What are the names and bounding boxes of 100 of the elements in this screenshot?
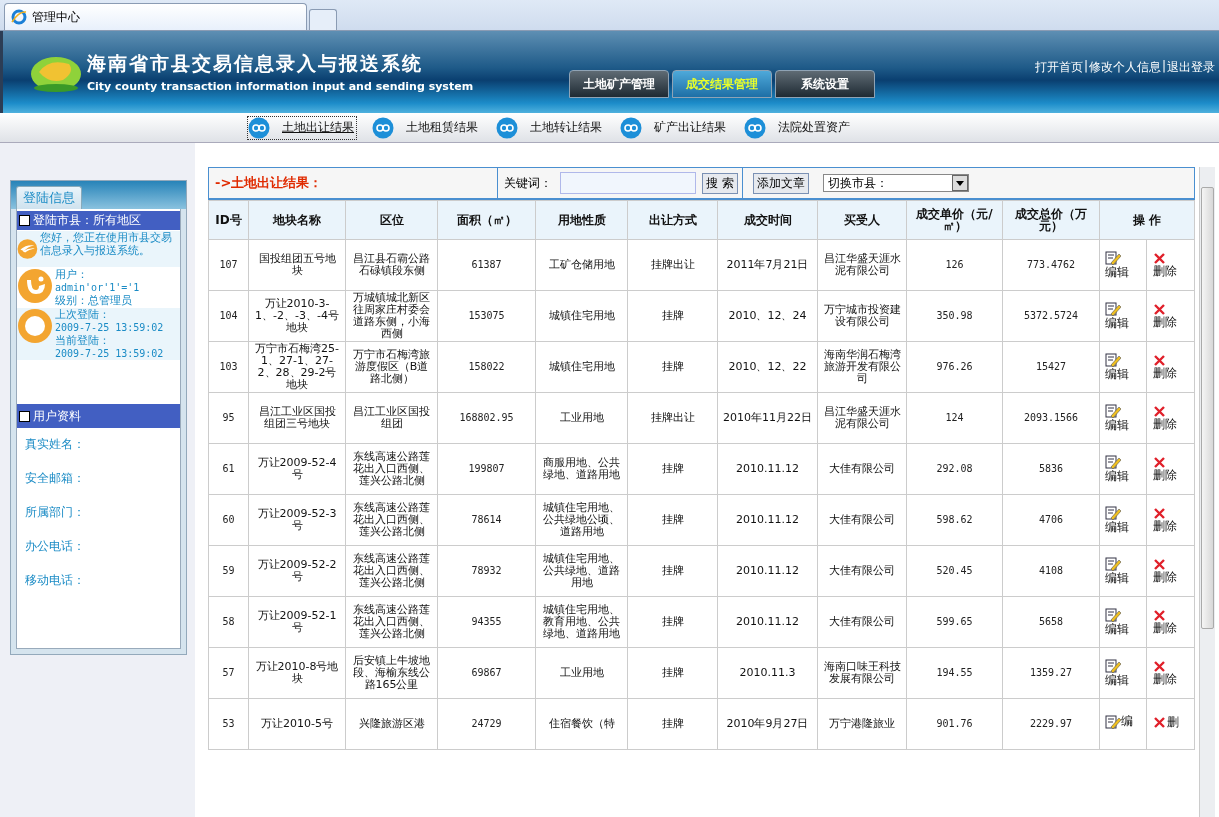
profile-field-label: 所属部门：: [25, 505, 85, 519]
column-header: 出让方式: [627, 200, 718, 240]
edit-icon: [1105, 302, 1121, 317]
table-cell: 挂牌: [627, 494, 718, 546]
system-title: 海南省市县交易信息录入与报送系统: [87, 51, 424, 76]
search-field[interactable]: [560, 172, 696, 194]
table-cell: 城镇住宅用地: [535, 341, 628, 393]
column-header: 地块名称: [248, 200, 346, 240]
table-cell: 520.45: [906, 545, 1003, 597]
table-cell: 挂牌: [627, 647, 718, 699]
table-cell: 挂牌: [627, 290, 718, 342]
table-cell: 4108: [1002, 545, 1100, 597]
table-cell: 2229.97: [1002, 698, 1100, 750]
browser-tab[interactable]: 管理中心: [4, 3, 307, 30]
table-cell: 901.76: [906, 698, 1003, 750]
column-header: 成交总价（万元）: [1002, 200, 1100, 240]
delete-icon: [1152, 303, 1167, 316]
delete-icon: [1152, 558, 1167, 571]
table-cell: 153075: [437, 290, 536, 342]
browser-icon: [11, 9, 27, 25]
table-cell: 国投组团五号地块: [248, 239, 346, 291]
profile-field-label: 办公电话：: [25, 539, 85, 553]
edit-icon: [1105, 353, 1121, 368]
subnav-link[interactable]: 矿产出让结果: [620, 116, 728, 139]
table-cell: 126: [906, 239, 1003, 291]
table-cell: 万城镇城北新区往周家庄村委会道路东侧，小海西侧: [345, 290, 438, 342]
delete-link[interactable]: 删: [1152, 716, 1189, 729]
table-cell: 53: [208, 698, 249, 750]
header-link[interactable]: 修改个人信息: [1088, 59, 1161, 76]
table-cell: 158022: [437, 341, 536, 393]
table-cell: 万让2009-52-4号: [248, 443, 346, 495]
table-cell: 78614: [437, 494, 536, 546]
table-cell: 94355: [437, 596, 536, 648]
table-cell: 万宁港隆旅业: [817, 698, 907, 750]
new-tab-button[interactable]: [309, 9, 337, 30]
table-cell: 5658: [1002, 596, 1100, 648]
table-cell: 商服用地、公共绿地、道路用地: [535, 443, 628, 495]
header-link[interactable]: 退出登录: [1167, 59, 1215, 76]
county-dropdown[interactable]: 切换市县：: [822, 174, 969, 192]
table-cell: 350.98: [906, 290, 1003, 342]
rings-icon: [620, 116, 642, 139]
table-cell: 挂牌: [627, 545, 718, 597]
table-cell: 2010.11.12: [717, 443, 818, 495]
table-cell: 5372.5724: [1002, 290, 1100, 342]
table-cell: 城镇住宅用地、教育用地、公共绿地、道路用地: [535, 596, 628, 648]
table-cell: 东线高速公路莲花出入口西侧、莲兴公路北侧: [345, 596, 438, 648]
edit-icon: [1105, 455, 1121, 470]
table-cell: 昌江工业区国投组团: [345, 392, 438, 444]
delete-icon: [1152, 609, 1167, 622]
subnav-link[interactable]: 土地租赁结果: [372, 116, 480, 139]
rings-icon: [496, 116, 518, 139]
table-cell: 2010.11.3: [717, 647, 818, 699]
current-login-time: 2009-7-25 13:59:02: [55, 347, 164, 360]
table-cell: 57: [208, 647, 249, 699]
subnav-link[interactable]: 法院处置资产: [744, 116, 852, 139]
table-cell: 昌江县石霸公路石碌镇段东侧: [345, 239, 438, 291]
keyword-label: 关键词：: [503, 174, 552, 192]
section-header[interactable]: 登陆市县：所有地区: [17, 211, 180, 230]
scrollbar[interactable]: [1199, 167, 1215, 817]
rings-icon: [248, 116, 270, 139]
table-cell: 万宁市石梅湾25-1、27-1、27-2、28、29-2号地块: [248, 341, 346, 393]
table-cell: 2010、12、22: [717, 341, 818, 393]
table-cell: 挂牌: [627, 698, 718, 750]
table-cell: 工业用地: [535, 647, 628, 699]
nav-tab[interactable]: 系统设置: [775, 70, 875, 98]
delete-icon: [1152, 354, 1167, 367]
table-cell: 挂牌: [627, 341, 718, 393]
table-cell: 城镇住宅用地、公共绿地、道路用地: [535, 545, 628, 597]
table-cell: 107: [208, 239, 249, 291]
subnav-link[interactable]: 土地转让结果: [496, 116, 604, 139]
table-cell: 后安镇上牛坡地段、海榆东线公路165公里: [345, 647, 438, 699]
subnav-link[interactable]: 土地出让结果: [248, 116, 356, 139]
table-cell: 168802.95: [437, 392, 536, 444]
table-cell: 61: [208, 443, 249, 495]
search-button[interactable]: 搜 索: [702, 172, 738, 194]
current-login-label: 当前登陆：: [55, 334, 111, 347]
link-separator: |: [1161, 59, 1166, 75]
table-cell: 103: [208, 341, 249, 393]
last-login-label: 上次登陆：: [55, 308, 111, 321]
edit-icon: [1105, 659, 1121, 674]
table-cell: 万让2009-52-3号: [248, 494, 346, 546]
table-cell: 773.4762: [1002, 239, 1100, 291]
section-header[interactable]: 用户资料: [17, 404, 180, 428]
section-title: ->土地出让结果：: [215, 174, 323, 192]
table-cell: 万宁市石梅湾旅游度假区（B道路北侧）: [345, 341, 438, 393]
table-cell: 15427: [1002, 341, 1100, 393]
add-article-button[interactable]: 添加文章: [752, 172, 809, 194]
header-link[interactable]: 打开首页: [1034, 59, 1083, 76]
table-cell: 292.08: [906, 443, 1003, 495]
caret-icon: [955, 180, 964, 186]
edit-icon: [1105, 251, 1121, 266]
table-cell: 海南华润石梅湾旅游开发有限公司: [817, 341, 907, 393]
table-cell: 万让2010-5号: [248, 698, 346, 750]
nav-tab[interactable]: 土地矿产管理: [569, 70, 669, 98]
link-separator: |: [1083, 59, 1088, 75]
table-cell: 城镇住宅用地: [535, 290, 628, 342]
table-cell: 工矿仓储用地: [535, 239, 628, 291]
last-login-time: 2009-7-25 13:59:02: [55, 321, 164, 334]
table-cell: 2010.11.12: [717, 596, 818, 648]
table-cell: 104: [208, 290, 249, 342]
